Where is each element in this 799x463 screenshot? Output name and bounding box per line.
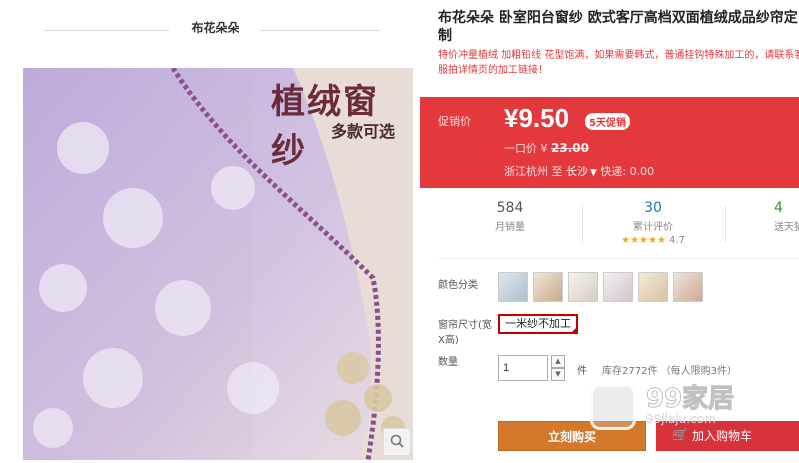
color-swatch[interactable]: [533, 272, 563, 302]
price-panel: 促销价 ¥9.50 5天促销 一口价 ¥ 23.00 浙江杭州 至 长沙 ▼ 快递…: [420, 97, 799, 188]
color-label: 颜色分类: [438, 280, 478, 291]
promo-badge: 5天促销: [585, 113, 630, 130]
size-label-line2: X高): [438, 335, 459, 346]
tmall-points-label: 送天猫: [774, 222, 799, 233]
size-label: 窗帘尺寸(宽 X高): [438, 318, 492, 348]
store-header: 布花朵朵: [0, 0, 420, 58]
divider: [44, 30, 169, 31]
original-price-value: 23.00: [551, 141, 589, 155]
qty-up-icon[interactable]: ▲: [551, 355, 565, 368]
zoom-button[interactable]: [383, 428, 411, 456]
size-option-label: 一米纱不加工: [505, 317, 571, 330]
original-price: 一口价 ¥ 23.00: [504, 140, 589, 156]
divider: [260, 30, 380, 31]
qty-label: 数量: [438, 357, 458, 368]
chevron-down-icon: ▼: [590, 168, 597, 178]
monthly-sales-value: 584: [496, 200, 524, 216]
buy-now-button[interactable]: 立刻购买: [498, 421, 646, 451]
size-option-selected[interactable]: 一米纱不加工: [498, 314, 578, 334]
product-gallery: 布花朵朵 植绒窗纱 多款可选: [0, 0, 420, 463]
color-swatch[interactable]: [568, 272, 598, 302]
shipping-fee: 快递: 0.00: [600, 165, 655, 178]
color-swatch[interactable]: [498, 272, 528, 302]
monthly-sales-label: 月销量: [495, 222, 525, 233]
product-subtitle: 特价冲量植绒 加粗铅线 花型饱满，如果需要韩式，普通挂钩特殊加工的，请联系客服拍…: [438, 50, 799, 76]
shipping-info: 浙江杭州 至 长沙 ▼ 快递: 0.00: [504, 163, 654, 179]
selected-check-icon: [570, 326, 578, 334]
rating-stars: ★★★★★ 4.7: [593, 235, 713, 246]
qty-unit: 件: [577, 366, 587, 377]
product-title: 布花朵朵 卧室阳台窗纱 欧式客厅高档双面植绒成品纱帘定制: [438, 10, 798, 44]
tmall-points: 4 送天猫: [736, 200, 799, 233]
rating-score: 4.7: [668, 235, 685, 246]
color-swatch[interactable]: [673, 272, 703, 302]
shipping-city-select[interactable]: 长沙 ▼: [566, 165, 597, 178]
reviews-label: 累计评价: [633, 222, 673, 233]
quantity-input[interactable]: [498, 355, 548, 381]
add-to-cart-button[interactable]: 🛒 加入购物车: [656, 421, 799, 451]
cart-icon: 🛒: [672, 428, 689, 443]
price-label: 促销价: [438, 115, 471, 128]
tmall-points-value: 4: [774, 200, 783, 216]
qty-down-icon[interactable]: ▼: [551, 368, 565, 381]
quantity-stepper[interactable]: ▲ ▼: [551, 355, 565, 381]
main-product-image[interactable]: 植绒窗纱 多款可选: [23, 68, 413, 460]
reviews-value: 30: [644, 200, 662, 216]
original-price-label: 一口价 ¥: [504, 142, 548, 155]
search-icon: [390, 433, 404, 452]
stats-row: 584 月销量 30 累计评价 ★★★★★4.7 4 送天猫: [420, 188, 799, 258]
add-to-cart-label: 加入购物车: [692, 429, 753, 443]
reviews[interactable]: 30 累计评价 ★★★★★ 4.7: [593, 200, 713, 246]
product-info: 布花朵朵 卧室阳台窗纱 欧式客厅高档双面植绒成品纱帘定制 特价冲量植绒 加粗铅线…: [420, 0, 799, 463]
shipping-to-word: 至: [551, 165, 563, 178]
color-swatch[interactable]: [638, 272, 668, 302]
shipping-from: 浙江杭州: [504, 165, 548, 178]
divider: [582, 206, 583, 242]
shipping-city: 长沙: [566, 165, 588, 178]
divider: [438, 258, 799, 259]
monthly-sales: 584 月销量: [450, 200, 570, 233]
star-icons: ★★★★★: [621, 235, 666, 246]
promo-price: ¥9.50: [504, 103, 570, 133]
stock-info: 库存2772件 （每人限购3件）: [602, 366, 737, 377]
divider: [725, 206, 726, 242]
color-swatch[interactable]: [603, 272, 633, 302]
image-subtitle: 多款可选: [331, 122, 396, 141]
size-label-line1: 窗帘尺寸(宽: [438, 320, 492, 331]
store-name[interactable]: 布花朵朵: [168, 19, 263, 36]
